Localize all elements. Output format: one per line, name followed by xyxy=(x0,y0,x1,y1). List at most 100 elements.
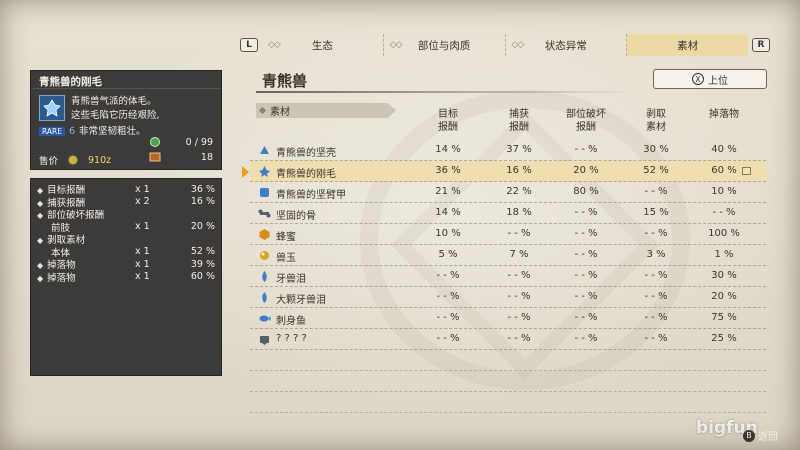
rate-cell: 52 % xyxy=(643,165,669,176)
table-row[interactable]: ? ? ? ? - - % - - % - - % - - % 25 % xyxy=(250,329,766,350)
rare-value: 6 xyxy=(69,126,76,137)
rate-multiplier: x 1 xyxy=(135,246,150,258)
rate-row: 本体 x 1 52 % xyxy=(37,246,215,259)
price-label: 售价 xyxy=(39,156,59,167)
rate-cell: - - % xyxy=(574,207,598,218)
tab-0[interactable]: 生态 ◇◇ xyxy=(262,34,384,56)
table-row[interactable]: 牙兽泪 - - % - - % - - % - - % 30 % xyxy=(250,266,766,287)
column-header-line2: 素材 xyxy=(646,122,666,133)
rate-cell: - - % xyxy=(644,333,668,344)
rate-percent: 16 % xyxy=(190,196,215,208)
rate-cell: - - % xyxy=(644,291,668,302)
rate-cell: 80 % xyxy=(573,186,599,197)
rate-cell: 20 % xyxy=(711,291,737,302)
shell-icon xyxy=(258,144,271,157)
rate-row: ◆ 剥取素材 xyxy=(37,233,215,246)
back-label: 返回 xyxy=(758,432,778,443)
price-row: 售价 910z xyxy=(39,153,111,168)
rate-name: ◆ 掉落物 xyxy=(37,270,135,284)
rarity-row: RARE 6 非常坚韧粗壮。 xyxy=(39,123,146,137)
description-line-3: 非常坚韧粗壮。 xyxy=(79,126,146,137)
tab-decoration: ◇◇ xyxy=(389,40,403,50)
rate-cell: - - % xyxy=(712,207,736,218)
rate-cell: - - % xyxy=(574,270,598,281)
column-header-line2: 报酬 xyxy=(438,122,458,133)
l-shoulder-button[interactable]: L xyxy=(240,38,258,52)
rate-multiplier: x 2 xyxy=(135,196,150,208)
rate-multiplier: x 1 xyxy=(135,271,150,283)
rate-cell: - - % xyxy=(644,228,668,239)
rate-cell: - - % xyxy=(644,186,668,197)
table-row[interactable]: 坚固的骨 14 % 18 % - - % 15 % - - % xyxy=(250,203,766,224)
rate-percent: 20 % xyxy=(190,221,215,233)
material-name: 牙兽泪 xyxy=(276,274,306,285)
material-name: 青熊兽的坚臂甲 xyxy=(276,190,346,201)
material-name: 蜂蜜 xyxy=(276,232,296,243)
description-line-2: 这些毛陷它历经艰险, xyxy=(71,110,160,121)
rate-cell: 37 % xyxy=(506,144,532,155)
rate-cell: 25 % xyxy=(711,333,737,344)
tab-decoration: ◇◇ xyxy=(511,40,525,50)
table-row[interactable]: 青熊兽的坚壳 14 % 37 % - - % 30 % 40 % xyxy=(250,140,766,161)
tab-3[interactable]: 素材 xyxy=(627,34,748,56)
table-row[interactable]: 青熊兽的刚毛 36 % 16 % 20 % 52 % 60 % xyxy=(242,161,766,182)
rate-cell: 1 % xyxy=(714,249,734,260)
r-shoulder-button[interactable]: R xyxy=(752,38,770,52)
rate-cell: 40 % xyxy=(711,144,737,155)
box-icon xyxy=(149,152,161,162)
rate-cell: 30 % xyxy=(711,270,737,281)
unknown-icon xyxy=(258,333,271,346)
empty-row xyxy=(250,371,766,392)
material-name: ? ? ? ? xyxy=(276,333,307,344)
rate-cell: 10 % xyxy=(711,186,737,197)
material-name: 青熊兽的坚壳 xyxy=(276,148,336,159)
rate-cell: - - % xyxy=(507,312,531,323)
material-name: 刺身鱼 xyxy=(276,316,306,327)
table-row[interactable]: 蜂蜜 10 % - - % - - % - - % 100 % xyxy=(250,224,766,245)
table-row[interactable]: 青熊兽的坚臂甲 21 % 22 % 80 % - - % 10 % xyxy=(250,182,766,203)
table-row[interactable]: 刺身鱼 - - % - - % - - % - - % 75 % xyxy=(250,308,766,329)
rate-cell: 100 % xyxy=(708,228,740,239)
rate-cell: 3 % xyxy=(646,249,666,260)
rate-cell: 14 % xyxy=(435,207,461,218)
description-line-1: 青熊兽气派的体毛。 xyxy=(71,96,157,107)
rate-cell: 18 % xyxy=(506,207,532,218)
rate-cell: 5 % xyxy=(438,249,458,260)
materials-table: 素材 目标 报酬 捕获 报酬 部位破坏 报酬 剥取 素材 掉落物 青熊兽的坚壳 14 % 37 % -… xyxy=(242,100,766,413)
rate-row: ◆ 目标报酬 x 1 36 % xyxy=(37,183,215,197)
material-name: 坚固的骨 xyxy=(276,211,316,222)
tabs: 生态 ◇◇ 部位与肉质 ◇◇ 状态异常 ◇◇ 素材 xyxy=(262,34,748,56)
tab-bar: L 生态 ◇◇ 部位与肉质 ◇◇ 状态异常 ◇◇ 素材 R xyxy=(240,34,770,56)
column-header: 捕获 报酬 xyxy=(489,108,549,134)
rank-toggle-button[interactable]: X 上位 xyxy=(653,69,767,89)
column-header: 部位破坏 报酬 xyxy=(556,108,616,134)
rate-percent: 60 % xyxy=(190,271,215,283)
rate-multiplier: x 1 xyxy=(135,258,150,270)
b-button-icon: B xyxy=(743,429,755,442)
tab-1[interactable]: 部位与肉质 ◇◇ xyxy=(384,34,506,56)
rate-cell: 10 % xyxy=(435,228,461,239)
rate-cell: - - % xyxy=(574,249,598,260)
column-header-line2: 报酬 xyxy=(509,122,529,133)
rate-cell: - - % xyxy=(436,270,460,281)
footer-back[interactable]: B 返回 xyxy=(743,428,778,443)
table-row[interactable]: 兽玉 5 % 7 % - - % 3 % 1 % xyxy=(250,245,766,266)
zenny-coin-icon xyxy=(68,155,79,165)
table-body: 青熊兽的坚壳 14 % 37 % - - % 30 % 40 % 青熊兽的刚毛 36 % 16 … xyxy=(242,140,766,413)
column-header: 目标 报酬 xyxy=(418,108,478,134)
rate-cell: - - % xyxy=(507,228,531,239)
rate-row: 前肢 x 1 20 % xyxy=(37,221,215,234)
item-info-panel: 青熊兽的刚毛 青熊兽气派的体毛。 这些毛陷它历经艰险, RARE 6 非常坚韧粗壮。… xyxy=(30,70,222,170)
bone-icon xyxy=(258,207,271,220)
tab-2[interactable]: 状态异常 ◇◇ xyxy=(506,34,628,56)
rate-cell: 15 % xyxy=(643,207,669,218)
rate-multiplier: x 1 xyxy=(135,183,150,195)
column-header-line1: 掉落物 xyxy=(709,109,739,120)
rate-row: ◆ 捕获报酬 x 2 16 % xyxy=(37,196,215,209)
section-label: 素材 xyxy=(256,103,396,118)
rate-cell: 75 % xyxy=(711,312,737,323)
rate-cell: 7 % xyxy=(509,249,529,260)
table-row[interactable]: 大颗牙兽泪 - - % - - % - - % - - % 20 % xyxy=(250,287,766,308)
column-header: 掉落物 xyxy=(694,108,754,121)
tear-icon xyxy=(258,270,271,283)
